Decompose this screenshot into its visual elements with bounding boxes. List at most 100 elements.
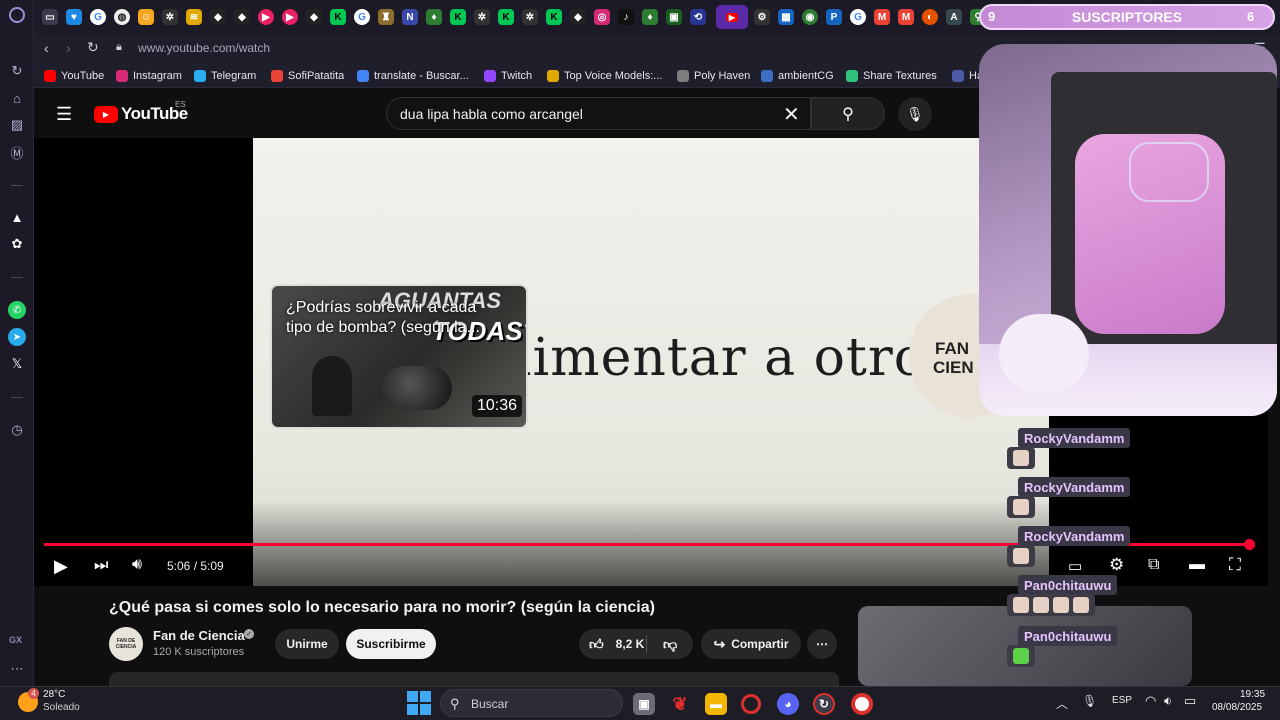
fullscreen-icon[interactable]: ⛶ bbox=[1229, 555, 1241, 575]
endcard-video[interactable]: AGUANTAS TODAS? ¿Podrías sobrevivir a ca… bbox=[270, 284, 528, 429]
tab-google-icon[interactable]: G bbox=[850, 9, 866, 25]
description-box[interactable] bbox=[109, 672, 839, 686]
tab-icon[interactable]: ▦ bbox=[778, 9, 794, 25]
weather-temp[interactable]: 28°C bbox=[43, 689, 65, 700]
opera-icon[interactable] bbox=[741, 694, 761, 714]
settings-gear-icon[interactable]: ⚙ bbox=[1109, 555, 1124, 575]
reload-icon[interactable]: ↻ bbox=[87, 39, 99, 56]
next-icon[interactable]: ⏭︎ bbox=[94, 557, 108, 575]
weather-desc[interactable]: Soleado bbox=[43, 702, 80, 713]
channel-avatar[interactable]: FAN DE CIENCIA bbox=[109, 627, 143, 661]
tab-icon[interactable]: ⟲ bbox=[690, 9, 706, 25]
tab-paypal-icon[interactable]: P bbox=[826, 9, 842, 25]
tab-icon[interactable]: ◍ bbox=[114, 9, 130, 25]
tab-books-icon[interactable]: ≋ bbox=[186, 9, 202, 25]
tab-icon[interactable]: N bbox=[402, 9, 418, 25]
forward-icon[interactable]: › bbox=[66, 40, 71, 56]
tab-icon[interactable]: ✲ bbox=[474, 9, 490, 25]
miniplayer-icon[interactable]: ⧉ bbox=[1148, 556, 1159, 574]
arc-icon[interactable]: ▲ bbox=[8, 208, 26, 226]
tab-icon[interactable]: A bbox=[946, 9, 962, 25]
tab-icon[interactable]: ◆ bbox=[570, 9, 586, 25]
bookmark-item[interactable]: Twitch bbox=[484, 68, 532, 84]
dislike-icon[interactable]: 👎︎ bbox=[663, 636, 677, 653]
app-red-icon[interactable]: ❦ bbox=[669, 693, 691, 715]
tray-microphone-icon[interactable]: 🎙︎ bbox=[1082, 694, 1097, 708]
m-icon[interactable]: Ⓜ bbox=[8, 143, 26, 161]
tab-icon[interactable]: ☺ bbox=[138, 9, 154, 25]
discord-icon[interactable]: ◕ bbox=[777, 693, 799, 715]
clock-time[interactable]: 19:35 bbox=[1240, 689, 1265, 700]
tab-gmail-icon[interactable]: M bbox=[874, 9, 890, 25]
tab-google-icon[interactable]: G bbox=[354, 9, 370, 25]
bookmark-item[interactable]: Share Textures bbox=[846, 68, 937, 84]
search-input[interactable]: dua lipa habla como arcangel bbox=[400, 106, 583, 122]
more-actions-button[interactable]: ⋯ bbox=[807, 629, 837, 659]
tab-icon[interactable]: ✲ bbox=[162, 9, 178, 25]
youtube-logo[interactable]: ▶ YouTube bbox=[94, 104, 188, 124]
tab-icon[interactable]: ♜ bbox=[378, 9, 394, 25]
file-explorer-icon[interactable]: ▬ bbox=[705, 693, 727, 715]
telegram-sidebar-icon[interactable]: ➤ bbox=[8, 328, 26, 346]
tab-kick-icon[interactable]: K bbox=[498, 9, 514, 25]
play-icon[interactable]: ▶ bbox=[54, 556, 68, 577]
tab-kick-icon[interactable]: K bbox=[330, 9, 346, 25]
language-indicator[interactable]: ESP bbox=[1112, 695, 1132, 706]
theater-mode-icon[interactable]: ▬ bbox=[1189, 556, 1205, 574]
like-count[interactable]: 8,2 K bbox=[616, 637, 645, 651]
hamburger-menu-icon[interactable]: ☰ bbox=[56, 104, 72, 125]
gamepad-icon[interactable]: ⌂ bbox=[8, 89, 26, 107]
tab-icon[interactable]: ◆ bbox=[306, 9, 322, 25]
tab-icon[interactable]: ▶ bbox=[258, 9, 274, 25]
tab-gmail-icon[interactable]: M bbox=[898, 9, 914, 25]
opera-logo-icon[interactable] bbox=[9, 7, 25, 23]
tab-icon[interactable]: ♦ bbox=[642, 9, 658, 25]
tab-icon[interactable]: ▶ bbox=[282, 9, 298, 25]
bookmark-item[interactable]: YouTube bbox=[44, 68, 104, 84]
url-field[interactable]: www.youtube.com/watch bbox=[138, 41, 270, 55]
tab-icon[interactable]: ◆ bbox=[234, 9, 250, 25]
subscribe-button[interactable]: Suscribirme bbox=[346, 629, 436, 659]
tray-chevron-icon[interactable]: ︿ bbox=[1056, 695, 1068, 712]
progress-scrubber[interactable] bbox=[1244, 539, 1255, 550]
tab-icon[interactable]: ▣ bbox=[666, 9, 682, 25]
clock-date[interactable]: 08/08/2025 bbox=[1212, 702, 1262, 713]
tab-icon[interactable]: ◐ bbox=[922, 9, 938, 25]
lock-icon[interactable]: 🔒︎ bbox=[116, 41, 122, 54]
tab-instagram-icon[interactable]: ◎ bbox=[594, 9, 610, 25]
taskbar-search[interactable]: ⚲ Buscar bbox=[440, 689, 623, 717]
bookmark-item[interactable]: ambientCG bbox=[761, 68, 834, 84]
chatgpt-icon[interactable]: ✿ bbox=[8, 235, 26, 253]
windows-start-icon[interactable] bbox=[407, 691, 431, 715]
battery-icon[interactable]: ▭ bbox=[1184, 693, 1196, 709]
subtitles-icon[interactable]: ▭ bbox=[1068, 557, 1082, 575]
tab-youtube-active[interactable]: ▶ bbox=[716, 5, 748, 29]
clear-search-icon[interactable]: ✕ bbox=[783, 102, 800, 127]
tab-tiktok-icon[interactable]: ♪ bbox=[618, 9, 634, 25]
refresh-sidebar-icon[interactable]: ↻ bbox=[8, 62, 26, 80]
search-button[interactable]: ⚲ bbox=[811, 97, 885, 130]
bookmark-item[interactable]: SofiPatatita bbox=[271, 68, 344, 84]
bookmark-item[interactable]: Top Voice Models:... bbox=[547, 68, 662, 84]
bookmark-item[interactable]: Instagram bbox=[116, 68, 182, 84]
speaker-icon[interactable]: 🔉︎ bbox=[1164, 693, 1172, 709]
voice-search-button[interactable]: 🎙︎ bbox=[898, 97, 932, 131]
whatsapp-icon[interactable]: ✆ bbox=[8, 301, 26, 319]
recording-app-icon[interactable] bbox=[851, 693, 873, 715]
search-box[interactable]: dua lipa habla como arcangel ✕ bbox=[386, 97, 811, 130]
channel-name[interactable]: Fan de Ciencia bbox=[153, 628, 245, 643]
history-clock-icon[interactable]: ◷ bbox=[8, 421, 26, 439]
x-twitter-icon[interactable]: 𝕏 bbox=[8, 355, 26, 373]
tab-icon[interactable]: ♦ bbox=[426, 9, 442, 25]
tab-icon[interactable]: ⚙ bbox=[754, 9, 770, 25]
tab-icon[interactable]: ◉ bbox=[802, 9, 818, 25]
gx-label[interactable]: GX bbox=[9, 635, 22, 645]
join-button[interactable]: Unirme bbox=[275, 629, 339, 659]
back-icon[interactable]: ‹ bbox=[44, 40, 49, 56]
bookmark-item[interactable]: Telegram bbox=[194, 68, 256, 84]
opera-gx-icon[interactable]: ↻ bbox=[813, 693, 835, 715]
tab-google-icon[interactable]: G bbox=[90, 9, 106, 25]
tab-kick-icon[interactable]: K bbox=[546, 9, 562, 25]
tab-kick-icon[interactable]: K bbox=[450, 9, 466, 25]
more-icon[interactable]: ⋯ bbox=[8, 660, 26, 678]
